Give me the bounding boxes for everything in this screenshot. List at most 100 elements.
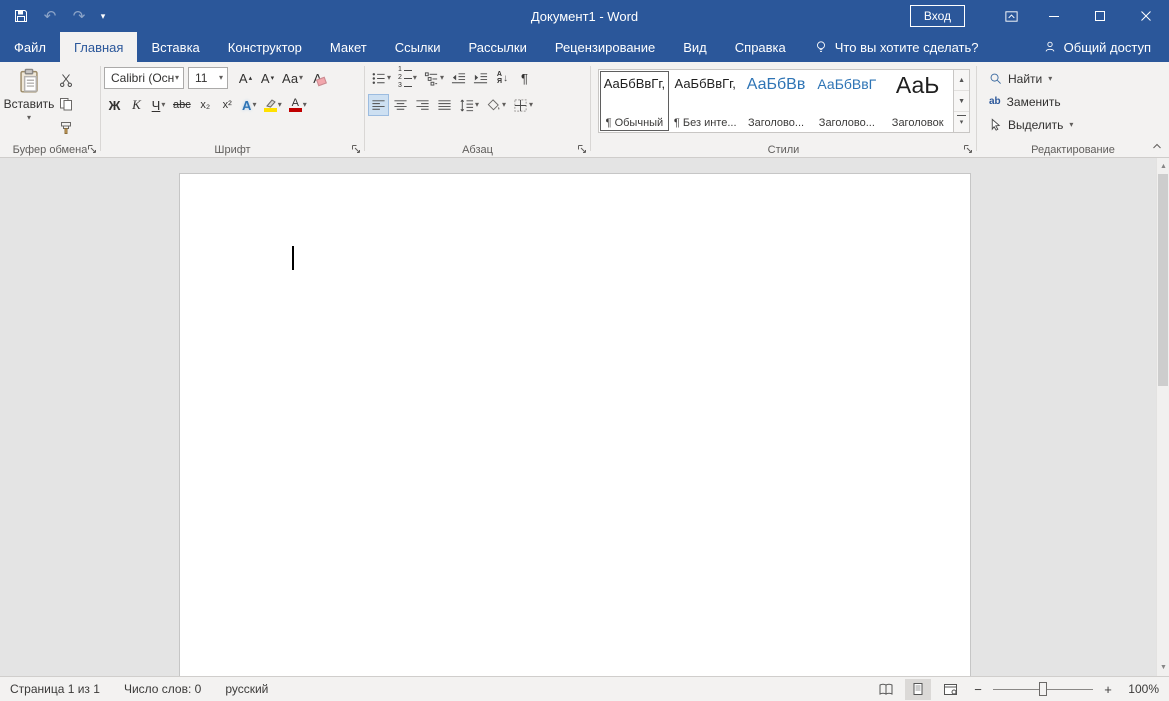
grow-font-button[interactable]: А▴ — [235, 67, 256, 89]
document-area[interactable] — [0, 158, 1156, 676]
borders-button[interactable]: ▾ — [510, 94, 536, 116]
clipboard-dialog-launcher[interactable] — [87, 144, 97, 154]
web-layout-button[interactable] — [937, 679, 963, 700]
justify-button[interactable] — [434, 94, 455, 116]
maximize-button[interactable] — [1077, 0, 1123, 32]
cut-button[interactable] — [55, 69, 76, 91]
document-page[interactable] — [179, 173, 971, 676]
share-button[interactable]: Общий доступ — [1025, 32, 1169, 62]
tab-insert[interactable]: Вставка — [137, 32, 213, 62]
gallery-scroll-down-button[interactable]: ▼ — [954, 91, 969, 112]
sort-button[interactable]: АЯ ↓ — [492, 67, 513, 89]
sign-in-button[interactable]: Вход — [910, 5, 965, 27]
tab-file[interactable]: Файл — [0, 32, 60, 62]
borders-icon — [513, 98, 528, 113]
numbering-button[interactable]: 123 ▾ — [395, 67, 420, 89]
font-dialog-launcher[interactable] — [351, 144, 361, 154]
font-size-input[interactable] — [195, 71, 219, 85]
language-status[interactable]: русский — [225, 682, 268, 696]
bullets-button[interactable]: ▾ — [368, 67, 394, 89]
increase-indent-button[interactable] — [470, 67, 491, 89]
word-count-status[interactable]: Число слов: 0 — [124, 682, 201, 696]
italic-button[interactable]: К — [126, 94, 147, 116]
align-center-button[interactable] — [390, 94, 411, 116]
change-case-button[interactable]: Аа▾ — [279, 67, 306, 89]
increase-indent-icon — [473, 71, 488, 86]
font-color-button[interactable]: А ▾ — [286, 94, 310, 116]
shrink-font-button[interactable]: А▾ — [257, 67, 278, 89]
scrollbar-thumb[interactable] — [1158, 174, 1168, 386]
chevron-down-icon: ▾ — [175, 74, 179, 82]
tab-home[interactable]: Главная — [60, 32, 137, 62]
read-mode-button[interactable] — [873, 679, 899, 700]
align-right-button[interactable] — [412, 94, 433, 116]
bold-button[interactable]: Ж — [104, 94, 125, 116]
zoom-level[interactable]: 100% — [1123, 682, 1159, 696]
collapse-ribbon-button[interactable] — [1151, 140, 1163, 155]
format-painter-button[interactable] — [55, 117, 76, 139]
page-count-status[interactable]: Страница 1 из 1 — [10, 682, 100, 696]
change-case-letters: Аа — [282, 71, 298, 86]
find-button[interactable]: Найти ▾ — [989, 67, 1143, 90]
tell-me-box[interactable]: Что вы хотите сделать? — [800, 32, 993, 62]
font-family-combo[interactable]: ▾ — [104, 67, 184, 89]
undo-button[interactable]: ↶ — [37, 2, 63, 30]
paste-button[interactable]: Вставить ▾ — [3, 65, 55, 141]
highlight-button[interactable]: ▾ — [261, 94, 285, 116]
replace-button[interactable]: ab Заменить — [989, 90, 1143, 113]
tab-design[interactable]: Конструктор — [214, 32, 316, 62]
tab-view[interactable]: Вид — [669, 32, 721, 62]
zoom-thumb[interactable] — [1039, 682, 1047, 696]
superscript-button[interactable]: x² — [217, 94, 238, 116]
align-left-button[interactable] — [368, 94, 389, 116]
titlebar: ↶ ↷ ▾ Документ1 - Word Вход — [0, 0, 1169, 32]
copy-button[interactable] — [55, 93, 76, 115]
decrease-indent-icon — [451, 71, 466, 86]
style-heading-2[interactable]: АаБбВвГ Заголово... — [811, 70, 882, 132]
line-spacing-button[interactable]: ▾ — [456, 94, 482, 116]
font-family-input[interactable] — [111, 71, 175, 85]
style-no-spacing[interactable]: АаБбВвГг, ¶ Без инте... — [670, 70, 741, 132]
customize-quick-access-button[interactable]: ▾ — [95, 2, 111, 30]
vertical-scrollbar[interactable]: ▲ ▼ — [1156, 158, 1169, 676]
clear-formatting-button[interactable]: А — [307, 67, 328, 89]
font-size-combo[interactable]: ▾ — [188, 67, 228, 89]
chevron-down-icon: ▾ — [502, 101, 506, 109]
show-paragraph-marks-button[interactable]: ¶ — [514, 67, 535, 89]
style-title[interactable]: АаЬ Заголовок — [882, 70, 953, 132]
underline-button[interactable]: Ч▾ — [148, 94, 169, 116]
tab-layout[interactable]: Макет — [316, 32, 381, 62]
tab-review[interactable]: Рецензирование — [541, 32, 669, 62]
strikethrough-button[interactable]: abc — [170, 94, 194, 116]
scroll-up-button[interactable]: ▲ — [1157, 159, 1169, 174]
style-heading-1[interactable]: АаБбВв Заголово... — [741, 70, 812, 132]
gallery-scroll-up-button[interactable]: ▲ — [954, 70, 969, 91]
decrease-indent-button[interactable] — [448, 67, 469, 89]
close-button[interactable] — [1123, 0, 1169, 32]
shading-button[interactable]: ▾ — [483, 94, 509, 116]
zoom-slider[interactable] — [993, 681, 1093, 697]
subscript-button[interactable]: x₂ — [195, 94, 216, 116]
multilevel-list-button[interactable]: ▾ — [421, 67, 447, 89]
tab-references[interactable]: Ссылки — [381, 32, 455, 62]
zoom-in-button[interactable]: + — [1099, 679, 1117, 699]
zoom-out-button[interactable]: − — [969, 679, 987, 699]
scissors-icon — [59, 73, 73, 87]
redo-button[interactable]: ↷ — [66, 2, 92, 30]
tab-mailings[interactable]: Рассылки — [454, 32, 540, 62]
text-cursor — [292, 246, 294, 270]
text-effects-button[interactable]: А▾ — [239, 94, 260, 116]
save-button[interactable] — [8, 2, 34, 30]
gallery-more-button[interactable]: ▾ — [954, 112, 969, 132]
select-button[interactable]: Выделить ▾ — [989, 113, 1143, 136]
styles-dialog-launcher[interactable] — [963, 144, 973, 154]
print-layout-button[interactable] — [905, 679, 931, 700]
align-right-icon — [415, 98, 430, 113]
ribbon-display-options-button[interactable] — [991, 0, 1031, 32]
minimize-button[interactable] — [1031, 0, 1077, 32]
paragraph-dialog-launcher[interactable] — [577, 144, 587, 154]
tab-help[interactable]: Справка — [721, 32, 800, 62]
paste-label: Вставить — [4, 97, 55, 111]
style-normal[interactable]: АаБбВвГг, ¶ Обычный — [599, 70, 670, 132]
scroll-down-button[interactable]: ▼ — [1157, 660, 1169, 675]
